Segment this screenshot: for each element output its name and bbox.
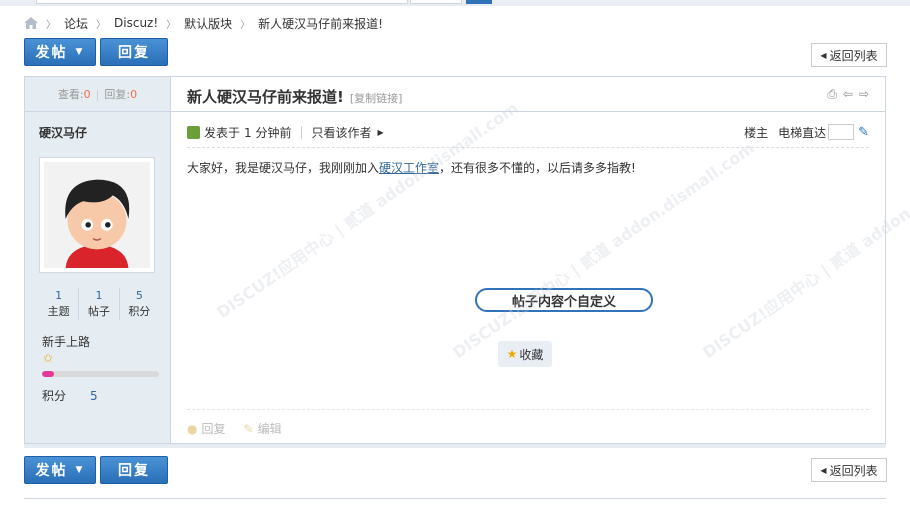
floor-label: 楼主 [744,125,769,140]
footer-divider [24,498,886,499]
thread-title: 新人硬汉马仔前来报道! [复制链接] [187,86,402,107]
home-icon[interactable] [24,17,38,29]
post-footer-bar [24,444,886,448]
author-name[interactable]: 硬汉马仔 [39,124,87,141]
reply-label: 回复 [118,463,150,479]
online-status-icon [187,125,200,139]
new-post-button-bottom[interactable]: 发帖 ▼ [24,456,96,484]
breadcrumb-separator: 〉 [46,19,56,31]
replies-count: 0 [130,87,138,101]
favorite-label: 收藏 [519,347,544,362]
breadcrumb-board[interactable]: 默认版块 [184,15,232,32]
user-rank[interactable]: 新手上路 [42,333,90,350]
views-count: 0 [83,87,91,101]
thread-title-text: 新人硬汉马仔前来报道! [187,88,344,106]
divider [187,147,869,148]
rank-progress-bar [42,371,159,377]
search-button[interactable] [466,0,492,4]
jump-floor-input[interactable] [828,124,855,140]
favorite-button[interactable]: ★ 收藏 [498,341,552,367]
edit-icon: ✎ [243,422,254,436]
views-label: 查看: [57,88,84,101]
reply-action[interactable]: ● 回复 [187,420,226,437]
go-floor-icon[interactable]: ✎ [858,125,869,140]
new-post-label: 发帖 [35,463,68,479]
star-icon: ✩ [43,351,54,365]
posted-label: 发表于 [204,125,241,140]
star-icon: ★ [506,347,518,361]
post-meta: 发表于 1 分钟前 | 只看该作者 ▶ 楼主 电梯直达 ✎ [187,123,869,141]
count-value: 1 [95,289,103,302]
search-input[interactable] [36,0,408,4]
count-value: 1 [55,289,63,302]
thread-stats: 查看: 0 | 回复: 0 [25,77,170,112]
breadcrumb-thread[interactable]: 新人硬汉马仔前来报道! [258,15,383,32]
breadcrumb-forum[interactable]: 论坛 [64,15,88,32]
jump-label: 电梯直达 [778,125,827,140]
search-type-select[interactable] [410,0,462,4]
back-to-list-label: 返回列表 [829,48,878,63]
post-text-end: ，还有很多不懂的，以后请多多指教! [439,161,636,175]
arrow-left-icon: ◀ [820,50,827,60]
reply-button-bottom[interactable]: 回复 [100,456,168,484]
post-content: 大家好，我是硬汉马仔，我刚刚加入硬汉工作室，还有很多不懂的，以后请多多指教! [187,159,636,176]
avatar-image [44,162,150,268]
meta-divider: | [299,125,304,139]
count-topics[interactable]: 1 主题 [39,288,78,320]
new-post-label: 发帖 [35,45,68,61]
post-time: 1 分钟前 [244,125,292,140]
custom-content-box: 帖子内容个自定义 [475,288,653,312]
credits-label: 积分 [42,389,67,403]
post-actions: ● 回复 ✎ 编辑 [187,420,282,437]
edit-action-label: 编辑 [257,422,282,436]
new-post-button[interactable]: 发帖 ▼ [24,38,96,66]
breadcrumb: 〉 论坛 〉 Discuz! 〉 默认版块 〉 新人硬汉马仔前来报道! [24,15,383,31]
post-main: 新人硬汉马仔前来报道! [复制链接] ⎙ ⇦ ⇨ 发表于 1 分钟前 | 只看该作… [171,77,910,443]
thread-tools: ⎙ ⇦ ⇨ [827,87,869,102]
back-to-list-button-bottom[interactable]: ◀ 返回列表 [811,458,887,482]
top-search-strip [0,0,910,6]
breadcrumb-separator: 〉 [240,19,251,31]
rank-progress-fill [42,371,54,377]
back-to-list-label: 返回列表 [829,463,878,478]
print-icon[interactable]: ⎙ [827,87,837,102]
post-card: 查看: 0 | 回复: 0 硬汉马仔 1 主题 1 帖子 5 积分 新手上路 ✩… [24,76,910,444]
breadcrumb-separator: 〉 [96,19,107,31]
count-posts[interactable]: 1 帖子 [78,288,118,320]
count-label: 积分 [128,305,151,318]
edit-action[interactable]: ✎ 编辑 [244,420,282,437]
count-credits[interactable]: 5 积分 [118,288,159,320]
arrow-left-icon: ◀ [820,465,827,475]
replies-label: 回复: [104,88,131,101]
studio-link[interactable]: 硬汉工作室 [379,161,439,175]
reply-label: 回复 [118,45,150,61]
reply-action-label: 回复 [201,422,226,436]
count-value: 5 [135,289,143,302]
arrow-right-icon: ▶ [377,127,384,137]
next-thread-icon[interactable]: ⇨ [859,87,869,102]
count-label: 帖子 [87,305,110,318]
only-author-link[interactable]: 只看该作者 [312,124,372,141]
post-text-start: 大家好，我是硬汉马仔，我刚刚加入 [187,161,380,175]
breadcrumb-separator: 〉 [166,19,177,31]
count-label: 主题 [47,305,70,318]
watermark: DISCUZ!应用中心 | 贰道 addon.dismall.com [699,138,910,363]
avatar[interactable] [39,157,155,273]
author-counts: 1 主题 1 帖子 5 积分 [39,288,159,320]
credits-row: 积分 5 [42,387,98,404]
caret-down-icon: ▼ [75,465,85,475]
divider [187,409,869,410]
stats-divider: | [95,87,100,101]
author-sidebar: 查看: 0 | 回复: 0 硬汉马仔 1 主题 1 帖子 5 积分 新手上路 ✩… [25,77,171,443]
prev-thread-icon[interactable]: ⇦ [843,87,853,102]
reply-icon: ● [187,422,198,436]
breadcrumb-site[interactable]: Discuz! [114,16,158,30]
reply-button[interactable]: 回复 [100,38,168,66]
copy-link[interactable]: [复制链接] [350,92,403,105]
credits-value: 5 [90,389,98,403]
floor-tools: 楼主 电梯直达 ✎ [744,124,869,141]
caret-down-icon: ▼ [75,47,85,57]
back-to-list-button[interactable]: ◀ 返回列表 [811,43,887,67]
thread-header: 新人硬汉马仔前来报道! [复制链接] ⎙ ⇦ ⇨ [171,77,885,112]
